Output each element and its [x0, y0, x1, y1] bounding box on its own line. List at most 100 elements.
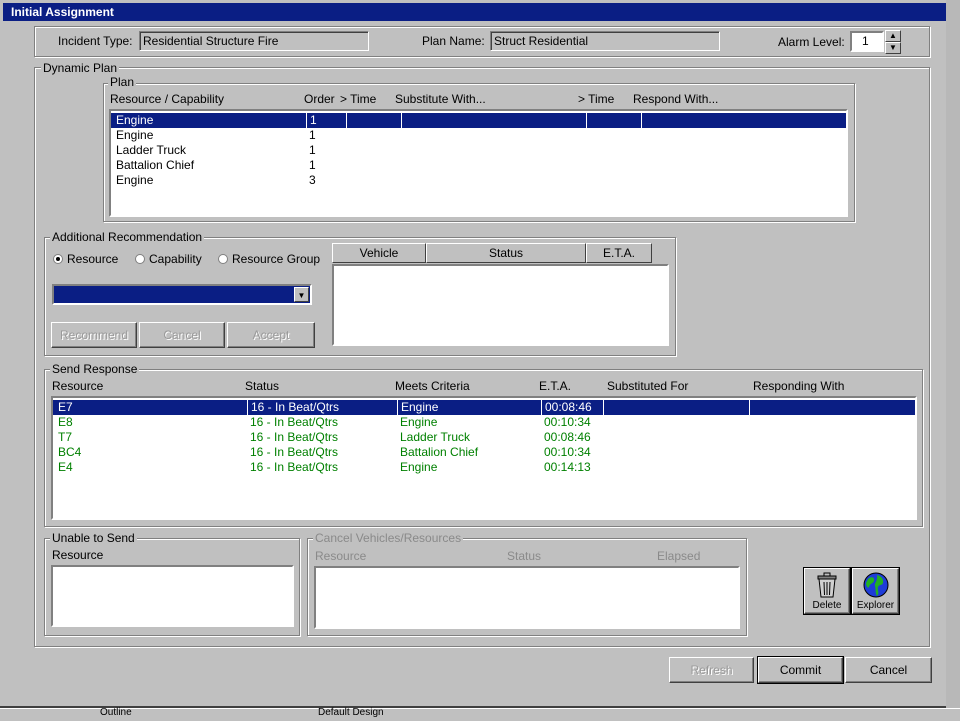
- send-row-eta: 00:10:34: [544, 415, 591, 429]
- plan-row[interactable]: Engine 3: [111, 173, 846, 188]
- recommendation-list[interactable]: [332, 264, 669, 346]
- radio-resource-group-dot[interactable]: [218, 254, 228, 264]
- status-column-header[interactable]: Status: [426, 243, 586, 263]
- cancel-col-status: Status: [507, 549, 542, 563]
- send-row-criteria: Engine: [400, 460, 438, 474]
- alarm-level-input[interactable]: 1: [850, 31, 884, 52]
- taskbar-left-item[interactable]: Outline: [100, 707, 132, 718]
- incident-type-label: Incident Type:: [58, 34, 133, 48]
- explorer-button[interactable]: Explorer: [852, 568, 899, 614]
- send-row-resource: E7: [58, 400, 73, 414]
- plan-name-label: Plan Name:: [422, 34, 485, 48]
- send-row-status: 16 - In Beat/Qtrs: [250, 415, 339, 429]
- send-row-criteria: Battalion Chief: [400, 445, 479, 459]
- plan-row-order: 3: [309, 173, 316, 187]
- alarm-level-label: Alarm Level:: [778, 35, 845, 49]
- spin-up-button[interactable]: ▲: [885, 30, 901, 42]
- plan-row[interactable]: Battalion Chief 1: [111, 158, 846, 173]
- incident-type-field: Residential Structure Fire: [139, 31, 369, 51]
- send-col-responding: Responding With: [753, 379, 845, 393]
- taskbar-mid-item[interactable]: Default Design: [318, 707, 384, 718]
- delete-button[interactable]: Delete: [804, 568, 850, 614]
- plan-col-time: > Time: [340, 92, 377, 106]
- plan-row[interactable]: Engine 1: [111, 113, 846, 128]
- plan-col-order: Order: [304, 92, 335, 106]
- plan-row-resource: Engine: [116, 128, 154, 142]
- plan-row-order: 1: [306, 113, 346, 128]
- plan-col-respond: Respond With...: [633, 92, 719, 106]
- send-row-resource: BC4: [58, 445, 82, 459]
- plan-row-resource: Engine: [116, 113, 154, 127]
- plan-row[interactable]: Engine 1: [111, 128, 846, 143]
- plan-row-cell: [586, 113, 641, 128]
- radio-resource-label: Resource: [67, 252, 119, 266]
- radio-capability-dot[interactable]: [135, 254, 145, 264]
- radio-resource-group[interactable]: Resource Group: [218, 252, 320, 266]
- send-row-resource: E4: [58, 460, 73, 474]
- vehicle-column-header[interactable]: Vehicle: [332, 243, 426, 263]
- send-row[interactable]: T7 16 - In Beat/Qtrs Ladder Truck 00:08:…: [53, 430, 915, 445]
- send-response-legend: Send Response: [50, 362, 140, 376]
- send-row-status: 16 - In Beat/Qtrs: [250, 445, 339, 459]
- spin-down-button[interactable]: ▼: [885, 42, 901, 54]
- send-row-criteria: Engine: [400, 415, 438, 429]
- send-col-criteria: Meets Criteria: [395, 379, 470, 393]
- recommend-dropdown[interactable]: ▼: [52, 284, 312, 305]
- refresh-button[interactable]: Refresh: [669, 657, 754, 683]
- window-title: Initial Assignment: [11, 5, 114, 19]
- trash-icon: [817, 572, 837, 598]
- plan-list[interactable]: Engine 1 Engine 1 Ladder Truck 1 Battali…: [109, 109, 848, 217]
- send-row[interactable]: E7 16 - In Beat/Qtrs Engine 00:08:46: [53, 400, 915, 415]
- send-row-status: 16 - In Beat/Qtrs: [250, 460, 339, 474]
- send-row-resource: E8: [58, 415, 73, 429]
- send-row[interactable]: BC4 16 - In Beat/Qtrs Battalion Chief 00…: [53, 445, 915, 460]
- plan-row[interactable]: Ladder Truck 1: [111, 143, 846, 158]
- send-col-substituted: Substituted For: [607, 379, 689, 393]
- dynamic-plan-legend: Dynamic Plan: [41, 61, 120, 75]
- send-row-cell: [603, 400, 749, 415]
- cancel-vehicles-list[interactable]: [314, 566, 740, 629]
- send-row[interactable]: E4 16 - In Beat/Qtrs Engine 00:14:13: [53, 460, 915, 475]
- send-row[interactable]: E8 16 - In Beat/Qtrs Engine 00:10:34: [53, 415, 915, 430]
- title-bar[interactable]: Initial Assignment: [3, 3, 951, 21]
- eta-column-header[interactable]: E.T.A.: [586, 243, 652, 263]
- radio-resource[interactable]: Resource: [53, 252, 118, 266]
- send-row-eta: 00:08:46: [544, 430, 591, 444]
- plan-row-cell: [346, 113, 401, 128]
- cancel-button[interactable]: Cancel: [845, 657, 932, 683]
- plan-col-time2: > Time: [578, 92, 615, 106]
- accept-button[interactable]: Accept: [227, 322, 315, 348]
- send-row-resource: T7: [58, 430, 73, 444]
- radio-capability[interactable]: Capability: [135, 252, 202, 266]
- plan-row-cell: [641, 113, 846, 128]
- send-row-status: 16 - In Beat/Qtrs: [250, 430, 339, 444]
- send-row-cell: [749, 400, 915, 415]
- plan-col-substitute: Substitute With...: [395, 92, 486, 106]
- plan-row-resource: Battalion Chief: [116, 158, 195, 172]
- plan-row-cell: [401, 113, 586, 128]
- cancel-vehicles-legend: Cancel Vehicles/Resources: [313, 531, 464, 545]
- send-row-criteria: Ladder Truck: [400, 430, 471, 444]
- cancel-recommend-button[interactable]: Cancel: [139, 322, 225, 348]
- recommend-button[interactable]: Recommend: [51, 322, 137, 348]
- radio-resource-dot[interactable]: [53, 254, 63, 264]
- send-row-status: 16 - In Beat/Qtrs: [247, 400, 397, 415]
- send-response-list[interactable]: E7 16 - In Beat/Qtrs Engine 00:08:46 E8 …: [51, 396, 917, 520]
- background-desktop: [946, 0, 960, 720]
- additional-recommendation-legend: Additional Recommendation: [50, 230, 205, 244]
- plan-name-field: Struct Residential: [490, 31, 720, 51]
- send-col-status: Status: [245, 379, 280, 393]
- cancel-col-elapsed: Elapsed: [657, 549, 701, 563]
- commit-button[interactable]: Commit: [757, 656, 844, 684]
- plan-legend: Plan: [108, 75, 137, 89]
- send-row-eta: 00:14:13: [544, 460, 591, 474]
- send-col-eta: E.T.A.: [539, 379, 572, 393]
- send-row-eta: 00:10:34: [544, 445, 591, 459]
- globe-icon: [863, 572, 888, 598]
- plan-row-resource: Ladder Truck: [116, 143, 187, 157]
- send-row-criteria: Engine: [397, 400, 541, 415]
- unable-to-send-list[interactable]: [51, 565, 294, 627]
- plan-row-order: 1: [309, 158, 316, 172]
- explorer-label: Explorer: [856, 600, 895, 611]
- chevron-down-icon[interactable]: ▼: [294, 287, 309, 302]
